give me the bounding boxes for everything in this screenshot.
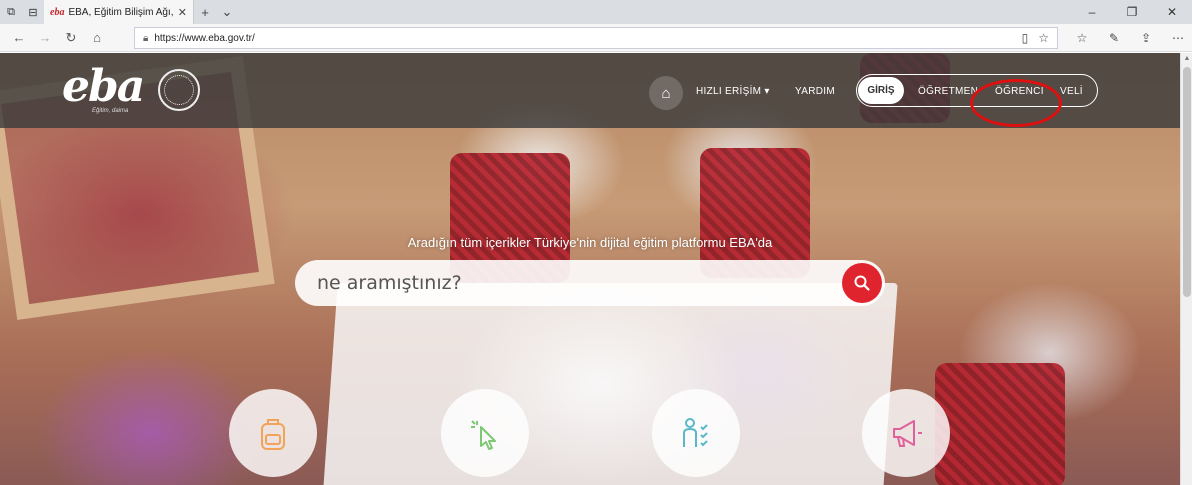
search-icon bbox=[854, 275, 870, 291]
address-url[interactable]: https://www.eba.gov.tr/ bbox=[154, 33, 1011, 44]
nav-help[interactable]: YARDIM bbox=[795, 86, 835, 97]
login-button[interactable]: GİRİŞ bbox=[858, 77, 904, 104]
back-icon[interactable]: ← bbox=[6, 30, 32, 45]
favorites-list-icon[interactable]: ☆ bbox=[1066, 31, 1098, 45]
tab-strip-spacer bbox=[238, 0, 1072, 24]
restore-button[interactable]: ❐ bbox=[1112, 0, 1152, 24]
person-checklist-icon bbox=[683, 418, 708, 447]
page-scrollbar[interactable]: ▲ bbox=[1180, 53, 1192, 485]
address-bar[interactable]: 🔒︎ https://www.eba.gov.tr/ ▯ ☆ bbox=[134, 27, 1058, 49]
refresh-icon[interactable]: ↻ bbox=[58, 30, 84, 46]
browser-navigation-bar: ← → ↻ ⌂ 🔒︎ https://www.eba.gov.tr/ ▯ ☆ ☆… bbox=[0, 24, 1192, 52]
ministry-seal-icon bbox=[158, 69, 200, 111]
teacher-login-link[interactable]: ÖĞRETMEN bbox=[918, 86, 978, 97]
forward-icon[interactable]: → bbox=[32, 30, 58, 45]
backpack-icon bbox=[261, 419, 285, 450]
more-icon[interactable]: ⋯ bbox=[1162, 31, 1192, 45]
parent-login-link[interactable]: VELİ bbox=[1060, 86, 1083, 97]
eba-logo-subtitle: Eğitim, daima bbox=[92, 108, 129, 114]
browser-tab-strip: ⧉ ⊟ eba EBA, Eğitim Bilişim Ağı, ✕ + ⌄ –… bbox=[0, 0, 1192, 24]
reading-view-icon[interactable]: ▯ bbox=[1022, 31, 1029, 45]
eba-logo[interactable]: eba bbox=[62, 65, 145, 109]
feature-button-announcements[interactable] bbox=[862, 389, 950, 477]
browser-toolbar-right: ☆ ✎ ⇪ ⋯ bbox=[1066, 24, 1192, 52]
page-viewport: eba Eğitim, daima ⌂ HIZLI ERİŞİM ▾ YARDI… bbox=[0, 53, 1180, 485]
nav-quick-access[interactable]: HIZLI ERİŞİM ▾ bbox=[696, 86, 770, 97]
hero-tagline: Aradığın tüm içerikler Türkiye'nin dijit… bbox=[407, 235, 773, 250]
tabs-aside-icon[interactable]: ⊟ bbox=[22, 0, 44, 24]
site-home-icon[interactable]: ⌂ bbox=[649, 76, 683, 110]
tab-title: EBA, Eğitim Bilişim Ağı, bbox=[68, 6, 174, 18]
eba-favicon: eba bbox=[50, 6, 65, 18]
tab-close-icon[interactable]: ✕ bbox=[178, 6, 187, 19]
table-surface bbox=[322, 283, 898, 485]
search-input[interactable] bbox=[317, 272, 797, 294]
child-middle bbox=[700, 148, 810, 278]
minimize-button[interactable]: – bbox=[1072, 0, 1112, 24]
share-icon[interactable]: ⇪ bbox=[1130, 31, 1162, 45]
tab-list-chevron-icon[interactable]: ⌄ bbox=[216, 0, 238, 24]
scroll-up-arrow-icon[interactable]: ▲ bbox=[1181, 53, 1192, 65]
feature-button-click[interactable] bbox=[441, 389, 529, 477]
browser-tab-eba[interactable]: eba EBA, Eğitim Bilişim Ağı, ✕ bbox=[44, 0, 194, 24]
megaphone-icon bbox=[893, 420, 922, 447]
feature-button-backpack[interactable] bbox=[229, 389, 317, 477]
close-window-button[interactable]: ✕ bbox=[1152, 0, 1192, 24]
home-icon[interactable]: ⌂ bbox=[84, 30, 110, 45]
favorite-star-icon[interactable]: ☆ bbox=[1038, 31, 1049, 45]
scrollbar-thumb[interactable] bbox=[1183, 67, 1191, 297]
tab-actions-icon[interactable]: ⧉ bbox=[0, 0, 22, 24]
new-tab-button[interactable]: + bbox=[194, 0, 216, 24]
cursor-click-icon bbox=[471, 420, 496, 450]
lock-icon[interactable]: 🔒︎ bbox=[143, 33, 148, 44]
search-button[interactable] bbox=[842, 263, 882, 303]
feature-button-person[interactable] bbox=[652, 389, 740, 477]
caret-down-icon: ▾ bbox=[764, 86, 770, 97]
search-bar bbox=[295, 260, 885, 306]
nav-quick-access-label: HIZLI ERİŞİM bbox=[696, 86, 762, 97]
pen-icon[interactable]: ✎ bbox=[1098, 31, 1130, 45]
red-annotation-circle bbox=[970, 79, 1062, 127]
child-right bbox=[935, 363, 1065, 485]
